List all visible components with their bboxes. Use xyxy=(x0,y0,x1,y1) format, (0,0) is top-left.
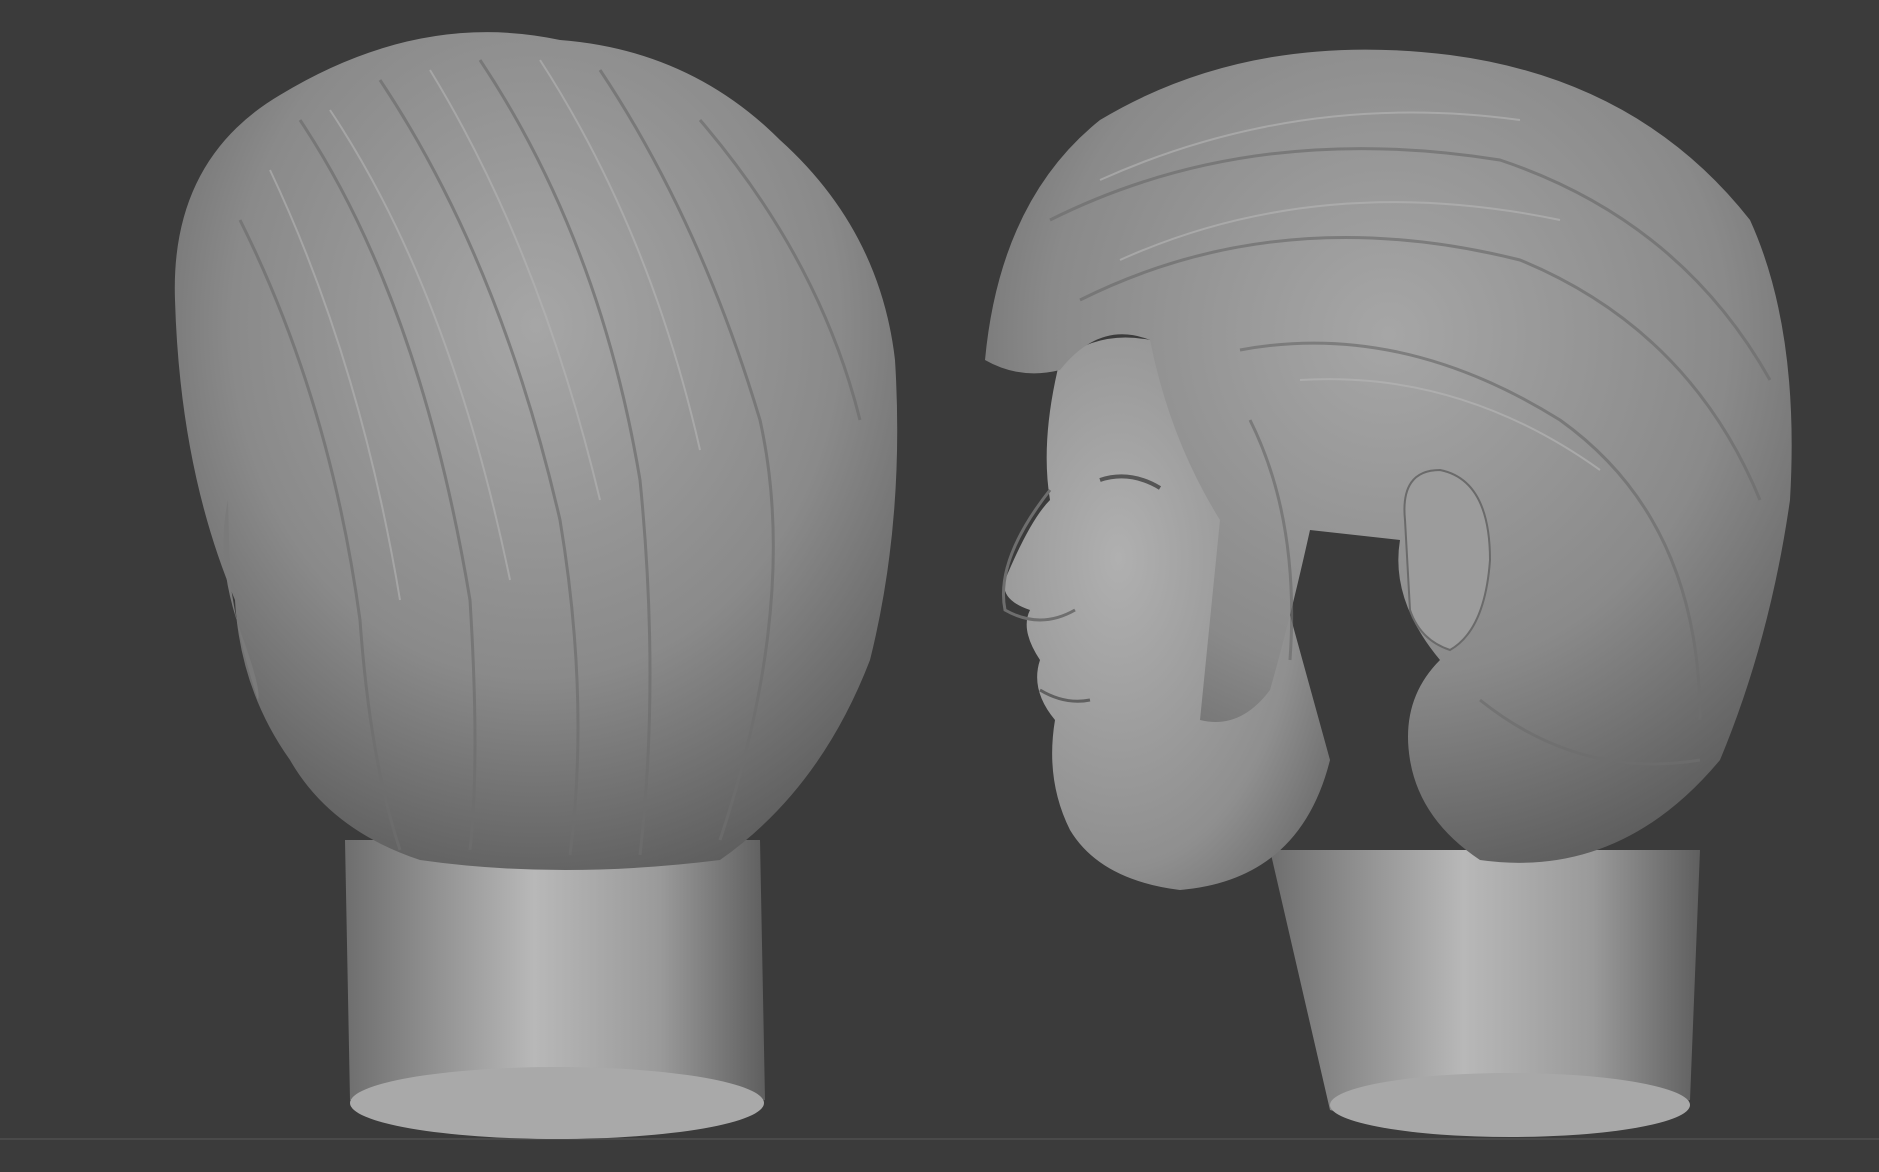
sculpt-render xyxy=(174,32,1792,1139)
sculpt-viewport[interactable] xyxy=(0,0,1879,1172)
head-sculpt-side-profile-view xyxy=(985,49,1792,1137)
head-sculpt-back-view xyxy=(174,32,898,1139)
